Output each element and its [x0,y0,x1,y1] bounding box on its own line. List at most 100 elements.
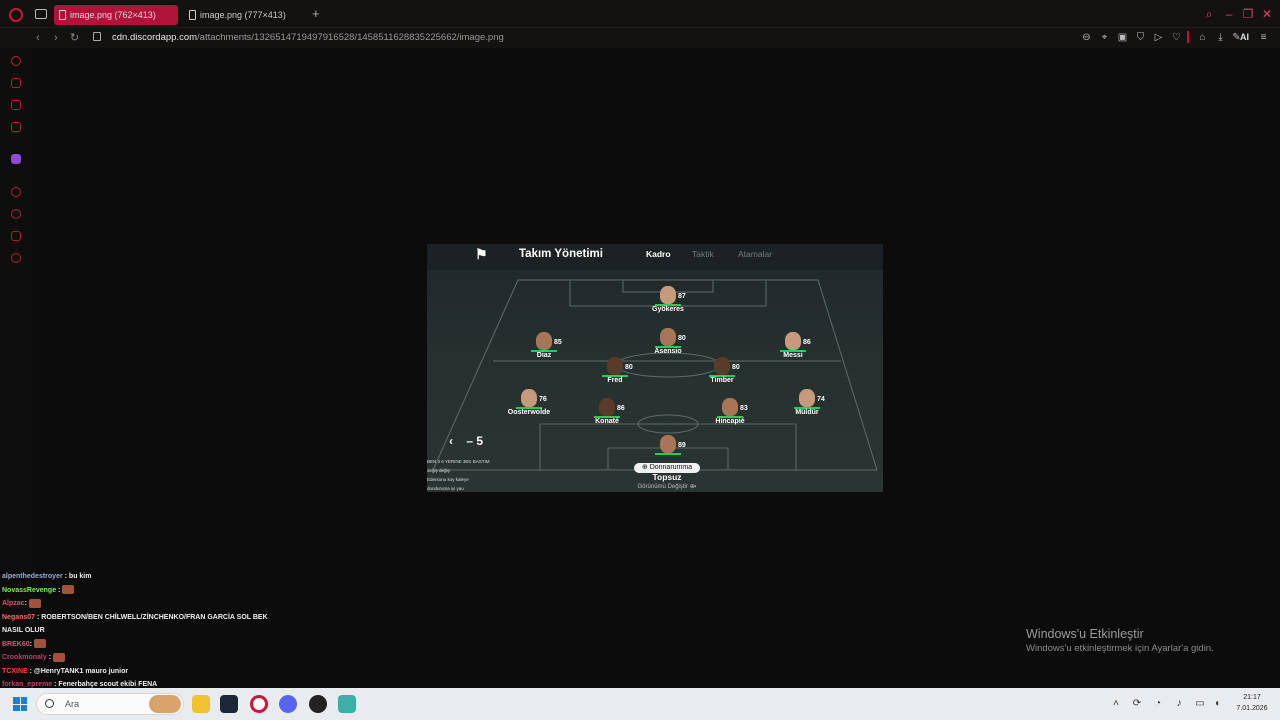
player-name: Diaz [536,352,552,359]
overlay-chat-line: değiş değiş [427,468,450,473]
sync-icon[interactable]: ⟳ [1131,698,1143,710]
formation-name: Topsuz [652,472,682,482]
taskbar: Ara ˄ ⟳ ◔ ♪ ▭ ◖ 21:17 7.01.2026 [0,688,1280,720]
forward-icon[interactable]: › [54,30,58,46]
history-icon[interactable] [11,209,21,219]
document-icon [189,10,196,20]
player-card[interactable]: 80 Asensio [638,328,698,362]
player-card[interactable]: 83 Hincapié [700,398,760,432]
screen: image.png (762×413) image.png (777×413) … [0,0,1280,720]
volume-icon[interactable]: ◖ [1211,698,1223,710]
game-overlay-chat: BEN 3 6 YERINE 3EK BASTIM değiş değiş Ed… [427,457,527,492]
player-card[interactable]: 86 Konaté [577,398,637,432]
player-card[interactable]: 80 Timber [692,357,752,391]
page-control[interactable]: ‹ – 5 [449,434,483,448]
menu-icon[interactable]: ≡ [1258,32,1269,43]
chat-user: NovassRevenge [2,586,57,594]
player-name: Messi [783,352,803,359]
display-icon[interactable]: ▭ [1194,698,1206,710]
tab-switcher-icon[interactable] [35,9,47,19]
reload-icon[interactable]: ↻ [70,30,79,46]
file-explorer-icon[interactable] [192,695,210,713]
captain-name: Donnarumma [649,464,693,471]
player-name: Müldür [795,409,819,416]
wallet-icon[interactable]: ⌂ [1197,32,1208,43]
search-tabs-icon[interactable]: ⌕ [1203,8,1215,20]
player-icon[interactable] [11,187,21,197]
chat-user: Negans07 [2,613,36,621]
opera-taskbar-icon[interactable] [250,695,268,713]
displayed-image[interactable]: ⚑ Takım Yönetimi Kadro Taktik Atamalar 8… [427,244,883,492]
address-bar: ‹ › ↻ cdn.discordapp.com/attachments/132… [0,28,1280,48]
zoom-icon[interactable]: ⊖ [1081,32,1092,43]
microphone-icon[interactable]: ♪ [1173,698,1185,710]
player-rating: 89 [678,442,686,449]
player-face [521,389,537,407]
player-card[interactable]: 87 Gyökeres [638,286,698,320]
taskbar-clock[interactable]: 21:17 7.01.2026 [1232,692,1272,714]
taskbar-search[interactable]: Ara [36,693,184,715]
player-rating: 74 [817,396,825,403]
chat-line: TCXINE : @HenryTANK1 mauro junior [2,665,322,679]
snapshot-icon[interactable]: ▣ [1117,32,1128,43]
minimize-button[interactable]: – [1223,8,1235,20]
activation-title: Windows'u Etkinleştir [1026,627,1144,641]
emote-icon [62,585,75,595]
player-card[interactable]: 74 Müldür [777,389,837,423]
app-icon[interactable] [338,695,356,713]
emote-icon [33,639,46,649]
player-face [722,398,738,416]
tray-chevron-icon[interactable]: ˄ [1110,698,1122,710]
windows-activation-watermark: Windows'u Etkinleştir Windows'u etkinleş… [1026,626,1266,656]
shopping-icon[interactable] [11,78,21,88]
player-name: Timber [710,377,734,384]
discord-icon[interactable] [279,695,297,713]
ai-button[interactable]: AI [1240,32,1249,42]
url-path: /attachments/1326514719497916528/1458511… [197,32,504,43]
opera-logo-icon[interactable] [9,8,23,22]
back-icon[interactable]: ‹ [36,30,40,46]
steam-icon[interactable] [220,695,238,713]
restore-button[interactable]: ❐ [1242,8,1254,20]
chat-text: : @HenryTANK1 mauro junior [29,667,129,675]
document-icon [59,10,66,20]
player-face [599,398,615,416]
player-rating: 86 [617,405,625,412]
new-tab-button[interactable]: + [312,6,320,22]
chat-user: Crookmonaly [2,654,47,661]
search-icon [45,699,54,708]
pin-icon[interactable]: ⌖ [1099,32,1110,43]
shield-icon[interactable]: ⛉ [1135,32,1146,43]
play-icon[interactable]: ▷ [1153,32,1164,43]
heart-icon[interactable]: ♡ [1171,32,1182,43]
close-button[interactable]: ✕ [1261,8,1273,20]
player-face [660,328,676,346]
settings-icon[interactable] [11,253,21,263]
network-tray-icon[interactable]: ◔ [1152,698,1164,710]
player-name: Fred [607,377,623,384]
player-card[interactable]: 80 Fred [585,357,645,391]
tab-image-2[interactable]: image.png (777×413) [184,5,308,25]
player-card[interactable]: 76 Oosterwolde [499,389,559,423]
refresh-icon[interactable] [11,56,21,66]
tab-label: image.png (777×413) [200,10,286,20]
github-icon[interactable] [309,695,327,713]
chat-text: : ROBERTSON/BEN CHİLWELL/ZİNCHENKO/FRAN … [37,613,268,621]
change-view-button[interactable]: Görünümü Değiştir ⟴ [617,483,717,490]
tab-label: image.png (762×413) [70,10,156,20]
chat-line: BREK60: [2,638,322,652]
extensions-icon[interactable] [11,231,21,241]
tab-image-1[interactable]: image.png (762×413) [54,5,178,25]
twitch-icon[interactable] [11,154,21,164]
chat-line: NASIL OLUR [2,624,322,638]
player-card[interactable]: 86 Messi [763,332,823,366]
url-field[interactable]: cdn.discordapp.com/attachments/132651471… [112,31,504,45]
player-card[interactable]: 85 Diaz [514,332,574,366]
player-rating: 80 [732,364,740,371]
download-icon[interactable]: ⤓ [1215,32,1226,43]
workspace-icon[interactable] [11,122,21,132]
player-name: Konaté [595,418,619,425]
messenger-icon[interactable] [11,100,21,110]
start-icon[interactable] [13,697,27,711]
player-rating: 76 [539,396,547,403]
